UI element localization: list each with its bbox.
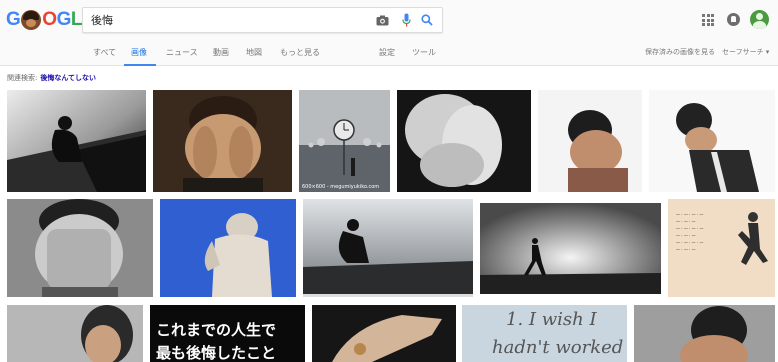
logo-letter-g: G <box>6 9 21 30</box>
tab-news[interactable]: ニュース <box>166 47 198 58</box>
image-result[interactable]: — · — · — · — — · — · — — · — · — · — — · —… <box>668 199 775 297</box>
tab-more[interactable]: もっと見る <box>280 47 320 58</box>
related-searches: 関連検索: 後悔なんてしない <box>7 73 96 83</box>
tab-images[interactable]: 画像 <box>131 47 147 58</box>
notifications-icon[interactable] <box>727 13 740 26</box>
related-prefix: 関連検索: <box>7 74 38 82</box>
camera-icon[interactable] <box>375 13 389 27</box>
image-result[interactable] <box>7 305 143 362</box>
image-result[interactable] <box>303 199 473 297</box>
image-result[interactable]: 600×600 - megumiyukiko.com <box>299 90 390 192</box>
logo-letter-g2: G <box>56 9 72 30</box>
image-result[interactable] <box>480 203 661 294</box>
image-handwriting-line2: hadn't worked so <box>492 337 627 358</box>
image-result[interactable] <box>397 90 531 192</box>
google-logo[interactable]: G O G L E <box>6 8 95 32</box>
image-result[interactable] <box>649 90 775 192</box>
image-caption: 600×600 - megumiyukiko.com <box>302 184 380 190</box>
image-result[interactable] <box>538 90 642 192</box>
image-result[interactable] <box>7 199 153 297</box>
image-result[interactable]: 1. I wish I hadn't worked so <box>462 305 627 362</box>
active-tab-indicator <box>124 64 156 66</box>
image-overlay-text-line1: これまでの人生で <box>156 321 277 339</box>
search-box <box>82 7 443 33</box>
header-bar: G O G L E <box>0 0 778 40</box>
logo-letter-l: L <box>70 9 83 30</box>
image-result[interactable]: これまでの人生で 最も後悔したこと <box>150 305 305 362</box>
image-result[interactable] <box>153 90 292 192</box>
account-avatar[interactable] <box>750 10 769 29</box>
image-result[interactable] <box>312 305 456 362</box>
search-icon[interactable] <box>420 13 434 27</box>
tab-maps[interactable]: 地図 <box>246 47 262 58</box>
tab-tools[interactable]: ツール <box>412 47 436 58</box>
image-poem-text: — · — · — · — — · — · — — · — · — · — — · —… <box>676 212 704 252</box>
safe-search-dropdown[interactable]: セーフサーチ ▾ <box>722 47 769 57</box>
saved-images-link[interactable]: 保存済みの画像を見る <box>645 47 715 57</box>
tab-settings[interactable]: 設定 <box>379 47 395 58</box>
logo-doodle-face <box>21 10 42 30</box>
image-result[interactable] <box>160 199 296 297</box>
search-input[interactable] <box>91 11 361 29</box>
related-search-link[interactable]: 後悔なんてしない <box>40 74 96 82</box>
image-handwriting-line1: 1. I wish I <box>506 309 597 330</box>
microphone-icon[interactable] <box>399 13 413 27</box>
image-overlay-text-line2: 最も後悔したこと <box>156 344 277 362</box>
search-tabs-bar: すべて 画像 ニュース 動画 地図 もっと見る 設定 ツール 保存済みの画像を見… <box>0 40 778 66</box>
tab-all[interactable]: すべて <box>93 47 116 58</box>
tab-videos[interactable]: 動画 <box>213 47 229 58</box>
apps-grid-icon[interactable] <box>702 14 714 26</box>
image-result[interactable] <box>7 90 146 192</box>
logo-letter-o: O <box>42 9 57 30</box>
image-result[interactable] <box>634 305 775 362</box>
